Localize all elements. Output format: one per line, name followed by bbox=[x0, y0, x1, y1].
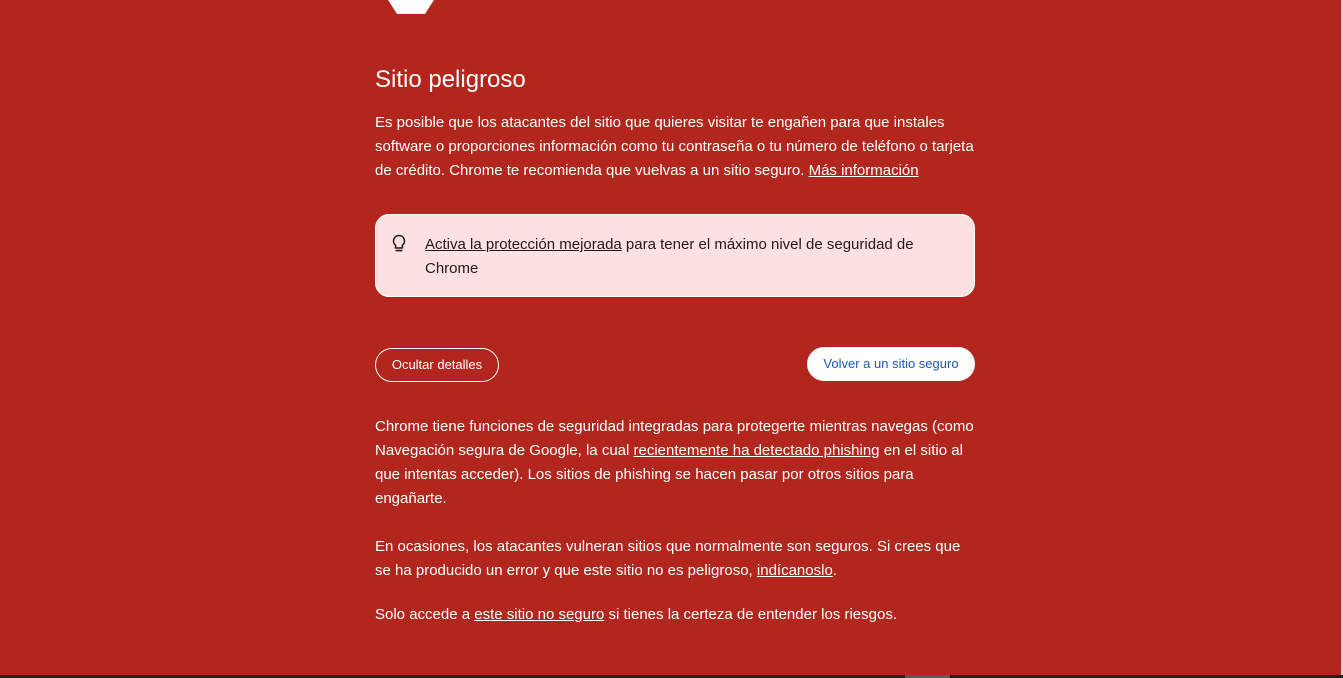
details-p3-text-after: si tienes la certeza de entender los rie… bbox=[604, 606, 897, 623]
page-title: Sitio peligroso bbox=[375, 66, 526, 93]
warning-octagon-icon bbox=[388, 0, 434, 14]
phishing-detected-link[interactable]: recientemente ha detectado phishing bbox=[634, 442, 880, 459]
interstitial-page: Sitio peligroso Es posible que los ataca… bbox=[0, 0, 1343, 678]
proceed-unsafe-link[interactable]: este sitio no seguro bbox=[474, 606, 604, 623]
more-info-link[interactable]: Más información bbox=[809, 162, 919, 179]
lightbulb-icon bbox=[392, 234, 406, 252]
back-to-safety-button[interactable]: Volver a un sitio seguro bbox=[807, 347, 975, 381]
report-error-link[interactable]: indícanoslo bbox=[757, 562, 833, 579]
details-paragraph-2: En ocasiones, los atacantes vulneran sit… bbox=[375, 535, 975, 583]
details-p2-text-after: . bbox=[832, 562, 837, 579]
details-paragraph-3: Solo accede a este sitio no seguro si ti… bbox=[375, 603, 975, 627]
details-paragraph-1: Chrome tiene funciones de seguridad inte… bbox=[375, 415, 975, 511]
hide-details-button[interactable]: Ocultar detalles bbox=[375, 348, 499, 382]
intro-paragraph: Es posible que los atacantes del sitio q… bbox=[375, 111, 975, 183]
details-p2-text-before: En ocasiones, los atacantes vulneran sit… bbox=[375, 538, 961, 579]
callout-text: Activa la protección mejorada para tener… bbox=[425, 233, 955, 281]
enhanced-protection-callout: Activa la protección mejorada para tener… bbox=[375, 214, 975, 297]
details-p3-text-before: Solo accede a bbox=[375, 606, 475, 623]
enhanced-protection-link[interactable]: Activa la protección mejorada bbox=[425, 236, 622, 253]
